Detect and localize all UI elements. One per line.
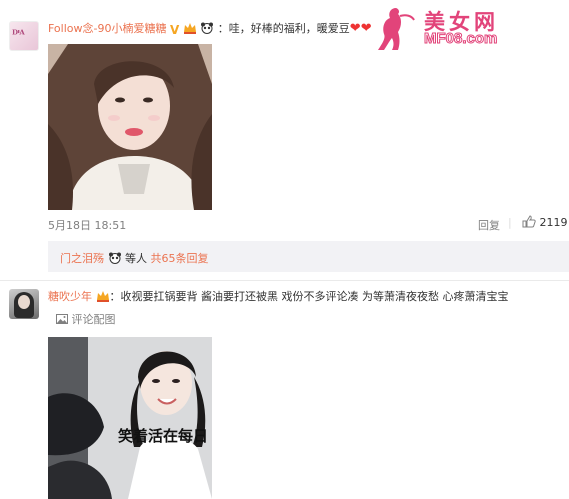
reply-button[interactable]: 回复 [478,217,500,233]
image-icon [56,314,68,324]
reply-count-link[interactable]: 共65条回复 [151,252,209,265]
member-crown-icon [183,22,197,38]
comment-image-link[interactable]: 评论配图 [56,313,116,327]
panda-icon [201,22,214,34]
comment-2-header: 糖吹少年 ：收视要扛锅要背 酱油要打还被黑 戏份不多评论凑 为等萧清夜夜愁 心疼… [48,290,508,306]
replies-summary[interactable]: 门之泪殇 等人 共65条回复 [48,241,569,272]
avatar[interactable]: ᴰ'ᴬ [9,21,39,51]
reply-suffix: 等人 [125,252,147,265]
like-count: 2119 [539,216,568,229]
username-link[interactable]: 糖吹少年 [48,290,92,303]
avatar[interactable] [9,289,39,319]
heart-icon: ❤ [349,21,361,36]
comment-separator: ： [109,290,121,303]
watermark-text-en: MF08.com [423,30,498,48]
comment-timestamp: 5月18日 18:51 [48,219,127,232]
v-badge: V [169,23,180,37]
comment-text: 收视要扛锅要背 酱油要打还被黑 戏份不多评论凑 为等萧清夜夜愁 心疼萧清宝宝 [120,290,509,303]
heart-icon: ❤ [360,21,372,36]
panda-icon [108,252,121,264]
comment-photo[interactable] [48,44,212,210]
comment-photo[interactable]: 笑着活在每日 [48,337,212,499]
like-button[interactable]: 2119 [522,215,568,229]
reply-user-link[interactable]: 门之泪殇 [60,252,104,265]
photo-illustration [48,337,212,499]
comment-text: 哇，好棒的福利，暖爱豆 [228,22,350,35]
comment-separator: ： [217,22,229,35]
comment-divider [0,280,569,281]
portrait-illustration [48,44,212,210]
meta-divider: | [508,216,512,229]
photo-caption: 笑着活在每日 [118,427,209,445]
username-link[interactable]: Follow念-90小楠爱糖糖 [48,22,166,35]
site-watermark: 美女网 MF08.com [362,4,562,52]
comment-1-header: Follow念-90小楠爱糖糖 V ：哇，好棒的福利，暖爱豆❤❤ [48,22,372,38]
thumbs-up-icon [522,215,536,228]
member-crown-icon [96,290,110,306]
